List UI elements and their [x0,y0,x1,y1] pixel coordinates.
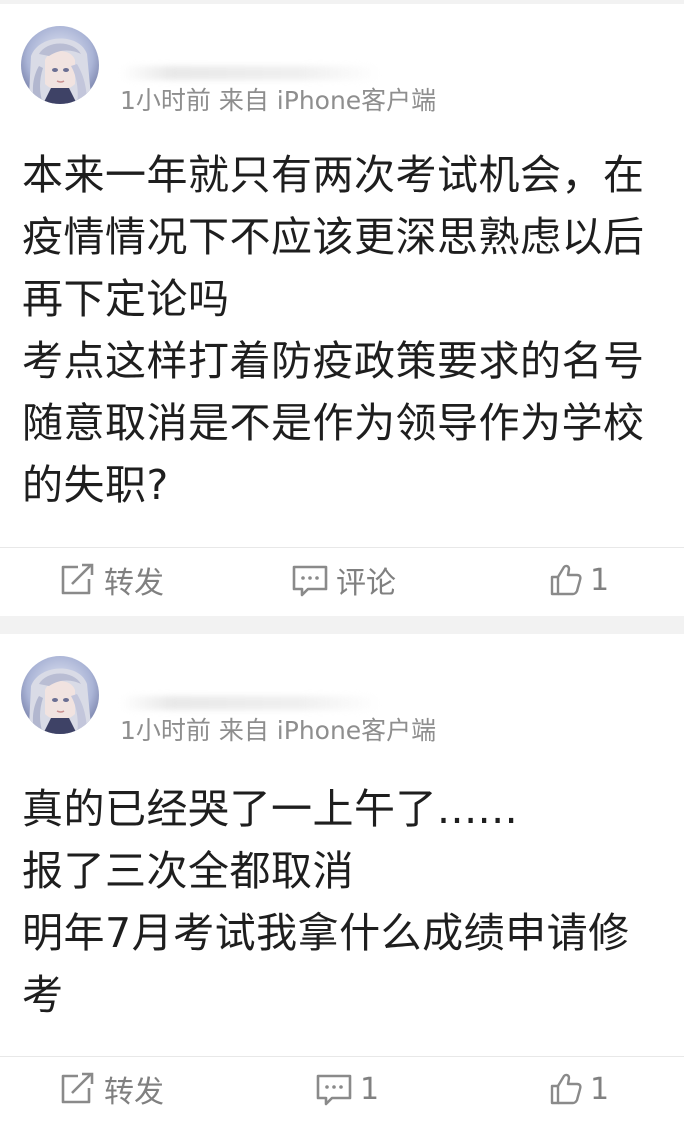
like-button[interactable]: 1 [548,555,609,605]
repost-icon [58,1071,104,1107]
content-line: 疫情情况下不应该更深思熟虑以后 [22,213,645,261]
comment-button[interactable]: 评论 [290,555,396,605]
thumbs-up-icon [548,1071,590,1107]
username-blurred [120,696,380,710]
repost-label: 转发 [104,566,164,601]
thumbs-up-icon [548,562,590,598]
post-meta: 1小时前 来自 iPhone客户端 [120,716,437,745]
content-line: 明年7月考试我拿什么成绩申请修 [22,909,630,957]
like-count: 1 [590,562,610,598]
content-line: 报了三次全都取消 [22,847,354,895]
username-blurred [120,66,380,80]
comment-count: 1 [360,1071,380,1107]
repost-button[interactable]: 转发 [58,1064,164,1114]
content-line: 考 [22,971,64,1019]
repost-icon [58,562,104,598]
avatar[interactable] [21,656,99,734]
content-line: 本来一年就只有两次考试机会，在 [22,151,645,199]
content-line: 再下定论吗 [22,275,230,323]
post-content: 本来一年就只有两次考试机会，在 疫情情况下不应该更深思熟虑以后 再下定论吗 考点… [22,144,672,516]
divider [0,547,684,548]
post-meta: 1小时前 来自 iPhone客户端 [120,86,437,115]
divider [0,1056,684,1057]
post-card: 1小时前 来自 iPhone客户端 真的已经哭了一上午了...... 报了三次全… [0,634,684,1133]
repost-button[interactable]: 转发 [58,555,164,605]
comment-icon [290,562,336,598]
comment-button[interactable]: 1 [314,1064,379,1114]
content-line: 真的已经哭了一上午了...... [22,785,519,833]
post-card: 1小时前 来自 iPhone客户端 本来一年就只有两次考试机会，在 疫情情况下不… [0,4,684,616]
content-line: 的失职? [22,461,169,509]
avatar[interactable] [21,26,99,104]
post-content: 真的已经哭了一上午了...... 报了三次全都取消 明年7月考试我拿什么成绩申请… [22,778,672,1026]
like-count: 1 [590,1071,610,1107]
comment-label: 评论 [336,566,396,601]
repost-label: 转发 [104,1075,164,1110]
comment-icon [314,1071,360,1107]
like-button[interactable]: 1 [548,1064,609,1114]
content-line: 随意取消是不是作为领导作为学校 [22,399,645,447]
content-line: 考点这样打着防疫政策要求的名号 [22,337,645,385]
